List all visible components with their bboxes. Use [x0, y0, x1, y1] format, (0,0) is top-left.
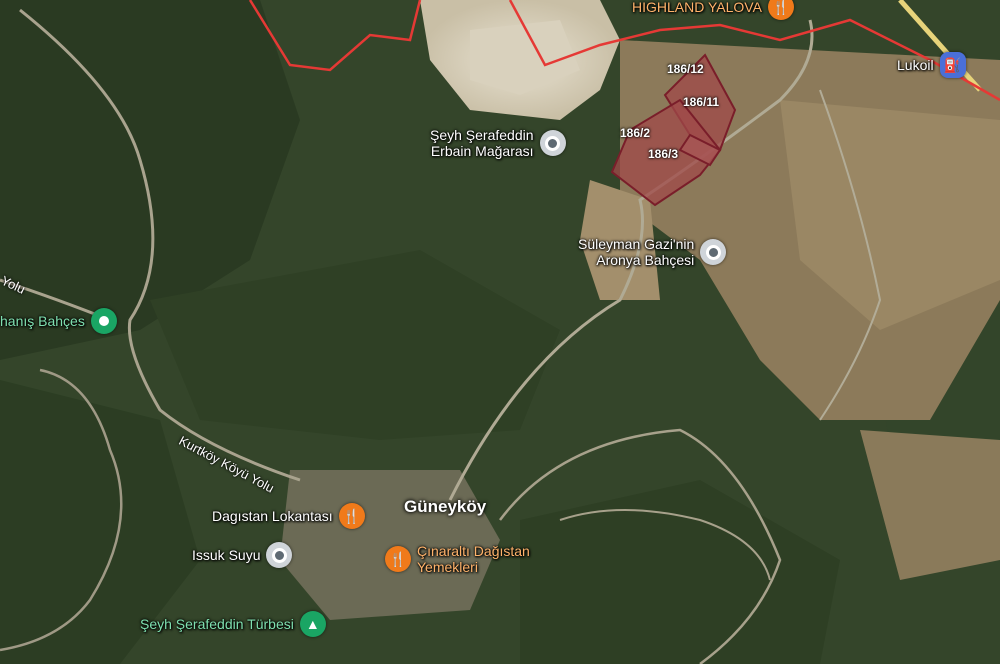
- restaurant-icon: 🍴: [767, 0, 794, 20]
- place-pin-icon: [700, 239, 727, 265]
- poi-label-line1: Süleyman Gazi'nin: [578, 236, 695, 252]
- poi-label: hanış Bahçes: [0, 313, 85, 329]
- place-pin-icon: [539, 130, 566, 156]
- poi-dagistan-lokantasi[interactable]: Dagıstan Lokantası 🍴: [212, 503, 365, 529]
- poi-label: Çınaraltı Dağıstan Yemekleri: [417, 543, 530, 575]
- poi-label-line1: Çınaraltı Dağıstan: [417, 543, 530, 559]
- parcel-label-186-2: 186/2: [620, 126, 651, 140]
- poi-label-line1: Şeyh Şerafeddin: [430, 127, 534, 143]
- poi-label-line2: Aronya Bahçesi: [596, 252, 695, 268]
- poi-aronya-garden[interactable]: Süleyman Gazi'nin Aronya Bahçesi: [578, 236, 727, 268]
- poi-label: Şeyh Şerafeddin Türbesi: [140, 616, 294, 632]
- poi-label: Issuk Suyu: [192, 547, 261, 563]
- poi-label: Şeyh Şerafeddin Erbain Mağarası: [430, 127, 534, 159]
- gas-station-icon: ⛽: [939, 52, 966, 78]
- satellite-map[interactable]: 186/12 186/11 186/2 186/3 Kurtköy Köyü Y…: [0, 0, 1000, 664]
- parcel-label-186-3: 186/3: [648, 147, 679, 161]
- place-pin-icon: [266, 542, 293, 568]
- tree-pin-icon: ▲: [299, 611, 326, 637]
- poi-lukoil[interactable]: Lukoil ⛽: [897, 52, 966, 78]
- poi-label: Süleyman Gazi'nin Aronya Bahçesi: [578, 236, 694, 268]
- restaurant-icon: 🍴: [338, 503, 365, 529]
- poi-label: Lukoil: [897, 57, 934, 73]
- restaurant-icon: 🍴: [385, 546, 411, 572]
- poi-highland-yalova[interactable]: HIGHLAND YALOVA 🍴: [632, 0, 794, 20]
- poi-erbain-cave[interactable]: Şeyh Şerafeddin Erbain Mağarası: [430, 127, 566, 159]
- parcel-label-186-12: 186/12: [667, 62, 704, 76]
- park-pin-icon: [90, 308, 117, 334]
- poi-label: Dagıstan Lokantası: [212, 508, 333, 524]
- poi-garden[interactable]: hanış Bahçes: [0, 308, 117, 334]
- poi-seyh-serafeddin-turbesi[interactable]: Şeyh Şerafeddin Türbesi ▲: [140, 611, 326, 637]
- poi-label-line2: Erbain Mağarası: [430, 143, 534, 159]
- parcel-label-186-11: 186/11: [683, 95, 720, 109]
- poi-cinaralti[interactable]: 🍴 Çınaraltı Dağıstan Yemekleri: [385, 543, 530, 575]
- poi-label: HIGHLAND YALOVA: [632, 0, 762, 15]
- poi-label-line2: Yemekleri: [417, 559, 478, 575]
- town-label-guneykoy[interactable]: Güneyköy: [404, 497, 486, 517]
- poi-issuk-suyu[interactable]: Issuk Suyu: [192, 542, 293, 568]
